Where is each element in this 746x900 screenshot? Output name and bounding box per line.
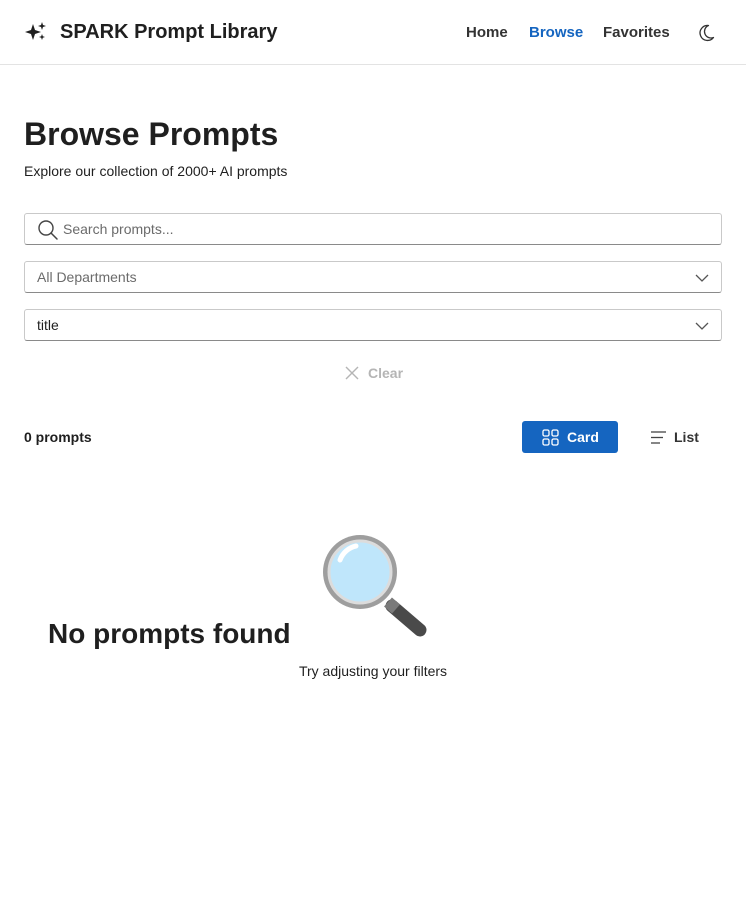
grid-icon (542, 429, 559, 446)
empty-state-title: No prompts found (48, 618, 291, 649)
app-title[interactable]: SPARK Prompt Library (60, 20, 277, 44)
chevron-down-icon (695, 322, 709, 330)
result-count: 0 prompts (24, 429, 92, 445)
page-subtitle: Explore our collection of 2000+ AI promp… (24, 163, 288, 179)
chevron-down-icon (695, 274, 709, 282)
sort-select[interactable]: title (24, 309, 722, 341)
magnifying-glass-icon (323, 535, 427, 637)
theme-toggle-button[interactable] (694, 21, 718, 45)
search-input[interactable] (63, 214, 713, 244)
list-view-label: List (674, 429, 699, 445)
top-nav-bar: SPARK Prompt Library Home Browse Favorit… (0, 0, 746, 65)
department-select[interactable]: All Departments (24, 261, 722, 293)
card-view-button[interactable]: Card (522, 421, 618, 453)
clear-label: Clear (368, 365, 404, 381)
list-view-button[interactable]: List (640, 421, 720, 453)
nav-home-link[interactable]: Home (466, 24, 508, 41)
sparkle-icon (25, 22, 46, 40)
moon-icon (699, 24, 715, 42)
nav-browse-link[interactable]: Browse (529, 24, 583, 41)
close-icon (345, 366, 359, 380)
page-title: Browse Prompts (24, 116, 279, 152)
department-select-value: All Departments (37, 269, 137, 285)
search-icon (38, 220, 58, 240)
empty-state-subtitle: Try adjusting your filters (298, 663, 448, 679)
sort-select-value: title (37, 317, 59, 333)
card-view-label: Card (567, 429, 599, 445)
clear-filters-button[interactable]: Clear (342, 362, 408, 384)
list-icon (651, 431, 666, 444)
search-box (24, 213, 722, 245)
nav-favorites-link[interactable]: Favorites (603, 24, 670, 41)
